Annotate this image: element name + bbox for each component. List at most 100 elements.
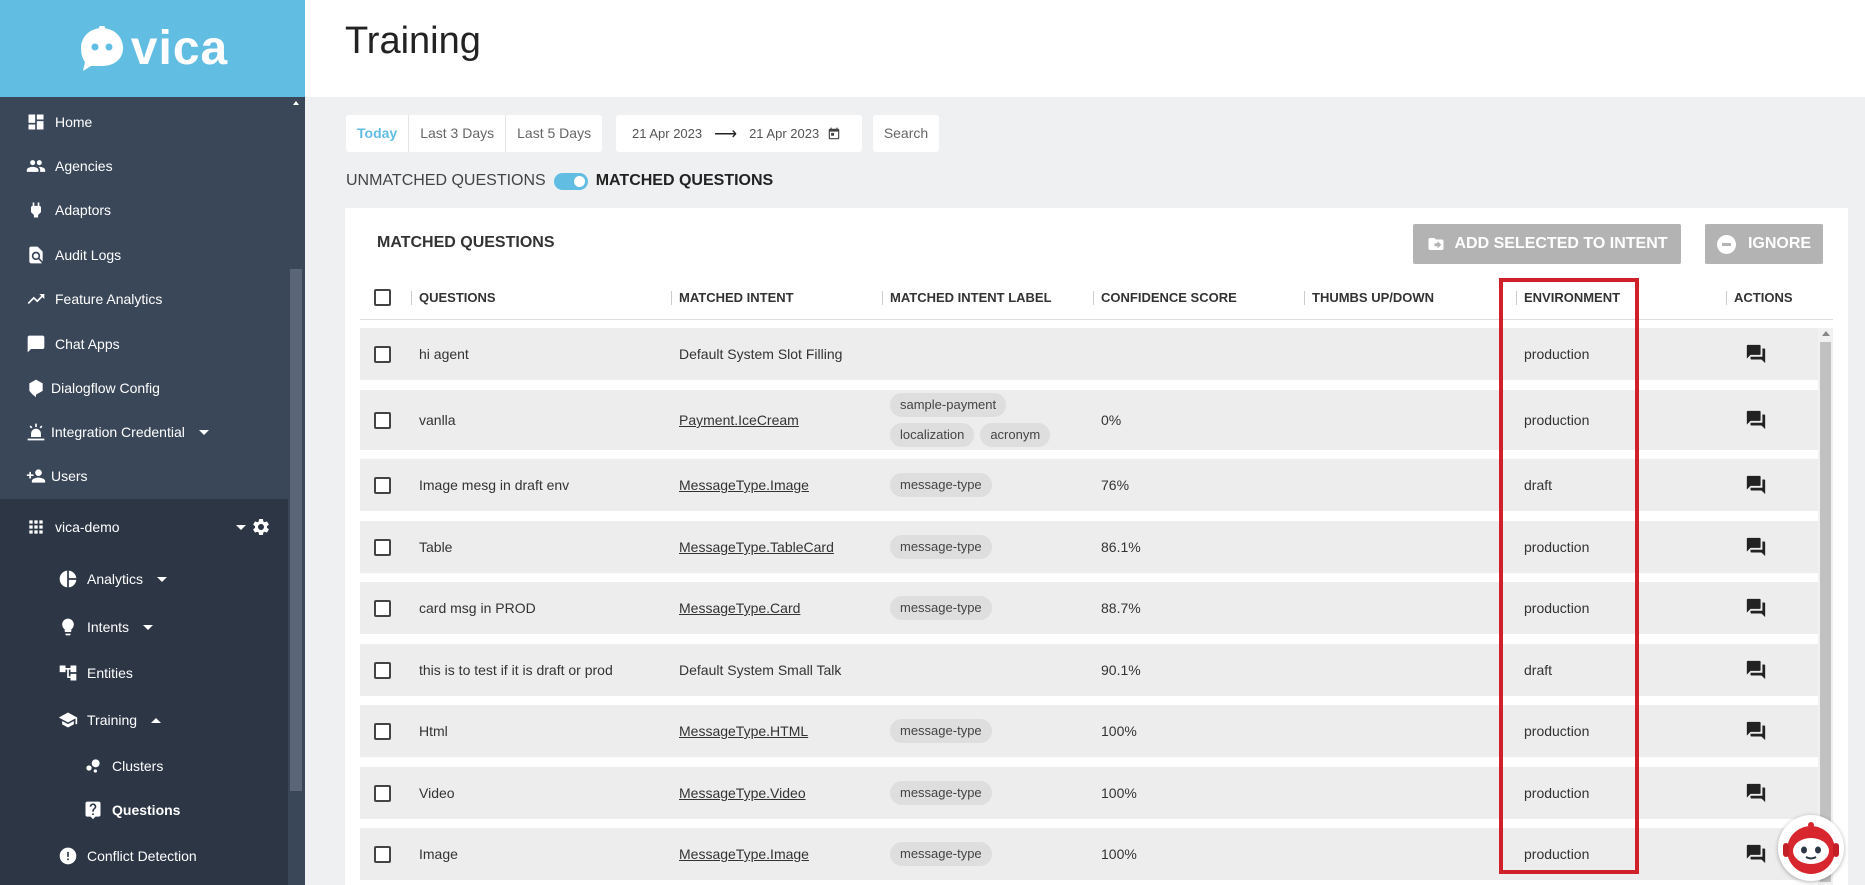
sidebar: vica Home Agencies Adaptors Audit Logs F… [0,0,305,885]
forum-icon[interactable] [1745,343,1767,365]
table-scrollbar[interactable] [1818,328,1833,885]
matched-toggle-switch[interactable] [553,172,588,190]
row-checkbox[interactable] [374,476,391,494]
sidebar-item-label: Audit Logs [55,247,122,263]
sidebar-item-chat-apps[interactable]: Chat Apps [26,334,120,354]
column-header-confidence-score[interactable]: CONFIDENCE SCORE [1093,276,1237,320]
sidebar-item-feature-analytics[interactable]: Feature Analytics [26,289,162,309]
table-row[interactable]: Image mesg in draft env MessageType.Image… [360,459,1818,511]
row-checkbox[interactable] [374,722,391,740]
table-row[interactable]: this is to test if it is draft or prod De… [360,644,1818,696]
chatbot-launcher[interactable] [1778,815,1844,881]
sidebar-item-integration-credential[interactable]: Integration Credential [26,422,209,442]
date-range-picker[interactable]: 21 Apr 2023 ⟶ 21 Apr 2023 [616,115,862,152]
question-text: Image mesg in draft env [419,477,570,493]
sidebar-item-agencies[interactable]: Agencies [26,156,113,176]
forum-icon[interactable] [1745,843,1767,865]
table-row[interactable]: hi agent Default System Slot Filling produ… [360,328,1818,380]
row-checkbox-cell [374,767,391,819]
scroll-up-arrow-icon[interactable] [1822,331,1830,336]
intent-labels-cell: message-type [890,705,1080,757]
column-header-matched-intent-label[interactable]: MATCHED INTENT LABEL [882,276,1052,320]
question-cell: hi agent [419,328,469,380]
column-header-matched-intent[interactable]: MATCHED INTENT [671,276,794,320]
sidebar-item-clusters[interactable]: Clusters [83,756,163,776]
matched-intent-cell: MessageType.TableCard [679,521,834,573]
environment-cell: production [1524,521,1589,573]
matched-label: MATCHED QUESTIONS [595,172,774,189]
sidebar-item-users[interactable]: Users [26,466,88,486]
add-selected-to-intent-button[interactable]: ADD SELECTED TO INTENT [1413,224,1681,264]
sidebar-item-label: Analytics [87,571,144,587]
sidebar-scroll-thumb[interactable] [290,269,302,791]
confidence-cell: 76% [1101,459,1129,511]
row-checkbox[interactable] [374,661,391,679]
table-row[interactable]: vanlla Payment.IceCream sample-payment loca… [360,390,1818,450]
date-from[interactable]: 21 Apr 2023 [632,126,702,141]
dialogflow-icon [26,378,46,398]
row-checkbox[interactable] [374,538,391,556]
sidebar-item-analytics[interactable]: Analytics [58,569,168,589]
sidebar-item-label: Entities [87,665,133,681]
table-row[interactable]: Video MessageType.Video message-type 100% pr… [360,767,1818,819]
search-button[interactable]: Search [873,115,939,152]
matched-intent-link[interactable]: MessageType.TableCard [679,539,834,555]
row-checkbox-cell [374,705,391,757]
range-last-3-days-button[interactable]: Last 3 Days [409,115,507,152]
sidebar-item-intents[interactable]: Intents [58,617,154,637]
column-header-questions[interactable]: QUESTIONS [411,276,496,320]
forum-icon[interactable] [1745,409,1767,431]
range-today-button[interactable]: Today [346,115,410,152]
environment-value: production [1524,785,1590,801]
sidebar-item-home[interactable]: Home [26,112,92,132]
people-icon [26,156,46,176]
intent-label-chip: message-type [890,473,992,497]
matched-intent-link[interactable]: Payment.IceCream [679,412,799,428]
project-selector[interactable]: vica-demo [26,517,276,537]
matched-intent-link[interactable]: MessageType.HTML [679,723,808,739]
trending-up-icon [26,289,46,309]
matched-intent-link[interactable]: MessageType.Image [679,846,809,862]
range-last-5-days-button[interactable]: Last 5 Days [506,115,602,152]
project-settings-button[interactable] [251,517,280,537]
table-row[interactable]: card msg in PROD MessageType.Card message-… [360,582,1818,634]
sidebar-item-dialogflow-config[interactable]: Dialogflow Config [26,378,160,398]
calendar-icon[interactable] [827,127,841,141]
lightbulb-icon [58,617,78,637]
row-checkbox[interactable] [374,845,391,863]
table-row[interactable]: Image MessageType.Image message-type 100% pr… [360,828,1818,880]
date-to[interactable]: 21 Apr 2023 [749,126,819,141]
row-checkbox[interactable] [374,411,391,429]
sidebar-item-training[interactable]: Training [58,710,162,730]
row-checkbox[interactable] [374,345,391,363]
forum-icon[interactable] [1745,597,1767,619]
sidebar-item-entities[interactable]: Entities [58,663,133,683]
matched-intent-link[interactable]: MessageType.Image [679,477,809,493]
vica-logo[interactable]: vica [77,21,228,76]
forum-icon[interactable] [1745,720,1767,742]
scroll-up-arrow-icon[interactable] [293,101,299,105]
matched-intent-link[interactable]: MessageType.Card [679,600,800,616]
column-header-environment[interactable]: ENVIRONMENT [1515,276,1620,320]
forum-icon[interactable] [1745,474,1767,496]
sidebar-item-label: Users [51,468,88,484]
forum-icon[interactable] [1745,782,1767,804]
row-checkbox[interactable] [374,784,391,802]
sidebar-item-audit-logs[interactable]: Audit Logs [26,245,121,265]
sidebar-scrollbar[interactable] [288,97,305,885]
table-row[interactable]: Html MessageType.HTML message-type 100% prod… [360,705,1818,757]
matched-intent-link[interactable]: MessageType.Video [679,785,806,801]
sidebar-item-questions[interactable]: Questions [83,800,180,820]
forum-icon[interactable] [1745,659,1767,681]
column-header-thumbs[interactable]: THUMBS UP/DOWN [1303,276,1434,320]
select-all-checkbox[interactable] [374,289,391,306]
table-scroll-thumb[interactable] [1820,342,1831,882]
actions-cell [1745,521,1767,573]
forum-icon[interactable] [1745,536,1767,558]
intent-labels-cell [890,644,1080,696]
sidebar-item-conflict-detection[interactable]: Conflict Detection [58,846,197,866]
table-row[interactable]: Table MessageType.TableCard message-type 86… [360,521,1818,573]
sidebar-item-adaptors[interactable]: Adaptors [26,200,111,220]
ignore-button[interactable]: IGNORE [1705,224,1823,264]
row-checkbox[interactable] [374,599,391,617]
